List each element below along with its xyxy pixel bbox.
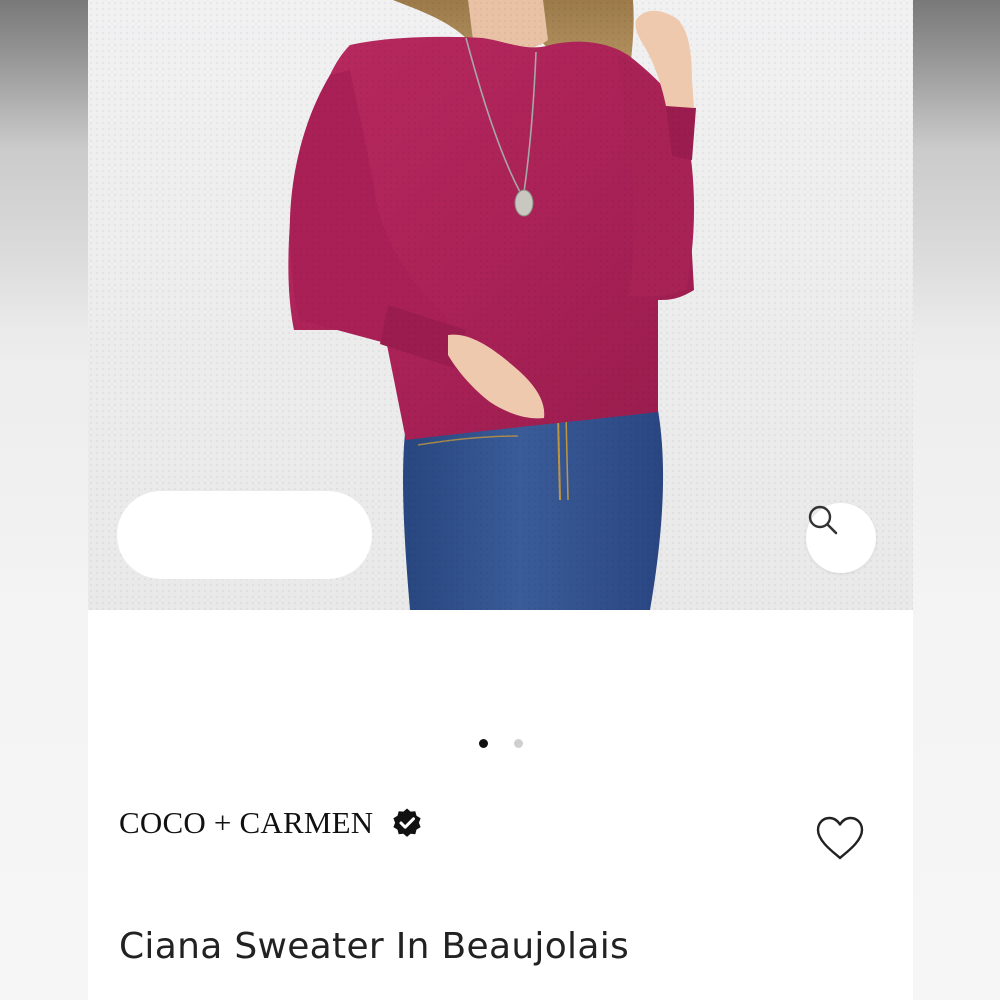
heart-icon[interactable] [814, 814, 866, 864]
brand-row[interactable]: COCO + CARMEN [119, 801, 423, 845]
product-card: COCO + CARMEN Ciana Sweater In Beaujolai… [88, 0, 913, 1000]
carousel-dot[interactable] [513, 739, 523, 748]
carousel-indicators [88, 739, 913, 749]
product-image[interactable] [88, 0, 913, 610]
carousel-dot-active[interactable] [478, 739, 488, 748]
overlay-badge [117, 491, 372, 579]
product-title: Ciana Sweater In Beaujolais [119, 926, 630, 967]
brand-name[interactable]: COCO + CARMEN [119, 805, 373, 841]
background-blur-left [0, 0, 88, 1000]
search-icon [808, 505, 838, 535]
background-blur-right [913, 0, 1000, 1000]
verified-badge-icon [393, 808, 421, 837]
zoom-button[interactable] [806, 503, 876, 573]
